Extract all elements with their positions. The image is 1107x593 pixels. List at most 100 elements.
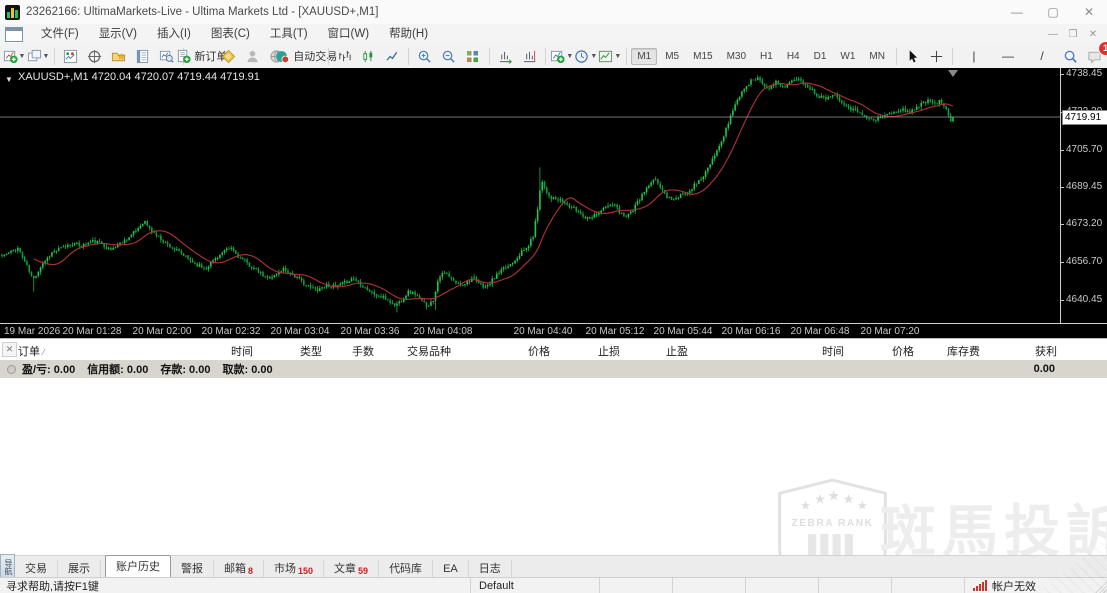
price-axis[interactable]: 4738.454722.204705.704689.454673.204656.… [1060,68,1107,323]
one-click-trading-arrow[interactable]: ▼ [5,75,13,84]
indicators-button[interactable]: ▼ [551,46,573,66]
timeframe-h1-button[interactable]: H1 [754,48,779,65]
strategy-tester-button[interactable] [156,46,178,66]
crosshair-button[interactable] [925,46,947,66]
column-header[interactable]: 价格 [528,343,550,359]
chart-legend: ▼ XAUUSD+,M1 4720.04 4720.07 4719.44 471… [5,71,260,84]
new-chart-button[interactable]: ▼ [3,46,25,66]
column-header[interactable]: 交易品种 [407,343,451,359]
account-summary-row: 盈/亏: 0.00 信用额: 0.00 存款: 0.00 取款: 0.00 0.00 [0,360,1107,378]
menu-item[interactable]: 图表(C) [201,28,260,40]
menu-item[interactable]: 显示(V) [89,28,147,40]
zoom-out-button[interactable] [438,46,460,66]
chart-restore-icon[interactable]: ❐ [1063,26,1083,42]
cursor-button[interactable] [901,46,923,66]
time-axis-label: 20 Mar 06:16 [721,326,781,337]
summary-item: 存款: 0.00 [160,364,211,376]
periods-icon [574,49,589,64]
timeframe-mn-button[interactable]: MN [863,48,891,65]
market-watch-button[interactable] [60,46,82,66]
time-axis-label: 20 Mar 04:40 [513,326,573,337]
price-chart[interactable] [0,68,1060,323]
status-profile-cell[interactable]: Default [470,578,599,593]
connection-status-cell[interactable]: 帐户无效 [964,578,1091,593]
search-button[interactable] [1060,46,1082,66]
column-header[interactable]: 时间 [231,343,253,359]
menu-item[interactable]: 帮助(H) [379,28,438,40]
new-order-button[interactable]: 新订单 [178,46,227,66]
templates-button[interactable]: ▼ [599,46,621,66]
chart-minimize-icon[interactable]: — [1043,26,1063,42]
maximize-icon[interactable]: ▢ [1035,0,1071,24]
menu-item[interactable]: 窗口(W) [318,28,380,40]
notification-badge: 1 [1098,42,1107,55]
column-header[interactable]: 获利 [1035,343,1057,359]
resize-grip[interactable] [1091,578,1107,593]
menu-item[interactable]: 插入(I) [147,28,201,40]
notifications-button[interactable]: 1 [1084,42,1107,66]
request-quotes-button[interactable] [242,46,264,66]
trendline-button[interactable]: / [1026,46,1058,66]
close-icon[interactable]: ✕ [1071,0,1107,24]
chart-shift-button[interactable] [518,46,540,66]
chart-profiles-button[interactable]: ▼ [27,46,49,66]
line-chart-button[interactable] [381,46,403,66]
status-empty-cell [599,578,672,593]
column-header[interactable]: 订单 ∕ [18,343,45,359]
navigator-button[interactable] [108,46,130,66]
app-icon [5,4,20,20]
timeframe-h4-button[interactable]: H4 [781,48,806,65]
chart-close-icon[interactable]: ✕ [1083,26,1103,42]
column-header[interactable]: 类型 [300,343,322,359]
vertical-line-button[interactable]: | [958,46,990,66]
timeframe-m15-button[interactable]: M15 [687,48,718,65]
chevron-down-icon: ▼ [614,52,622,60]
timeframe-m1-button[interactable]: M1 [631,47,658,65]
tile-windows-icon [465,49,480,64]
menu-item[interactable]: 文件(F) [31,28,89,40]
horizontal-line-button[interactable]: — [992,46,1024,66]
timeframe-w1-button[interactable]: W1 [834,48,861,65]
candles-chart-icon [361,49,376,64]
chart-profiles-icon [27,49,42,64]
auto-scroll-button[interactable] [494,46,516,66]
column-header[interactable]: 时间 [822,343,844,359]
toolbar-separator [895,47,897,65]
horizontal-line-icon: — [1001,49,1014,63]
column-header[interactable]: 止盈 [666,343,688,359]
terminal-button[interactable] [132,46,154,66]
chart-area[interactable]: ▼ XAUUSD+,M1 4720.04 4720.07 4719.44 471… [0,68,1107,339]
time-axis-label: 20 Mar 02:00 [132,326,192,337]
price-axis-label: 4738.45 [1060,68,1103,80]
minimize-icon[interactable]: — [999,0,1035,24]
timeframe-d1-button[interactable]: D1 [808,48,833,65]
timeframe-m30-button[interactable]: M30 [721,48,752,65]
column-header[interactable]: 价格 [892,343,914,359]
periods-button[interactable]: ▼ [575,46,597,66]
time-axis-label: 19 Mar 2026 [4,326,61,337]
data-window-button[interactable] [84,46,106,66]
toolbar-separator [488,47,490,65]
candles-chart-button[interactable] [357,46,379,66]
column-header[interactable]: 手数 [352,343,374,359]
tab-label: 账户历史 [116,560,160,573]
column-header[interactable]: 止损 [598,343,620,359]
bars-chart-button[interactable] [333,46,355,66]
status-bar: 寻求帮助,请按F1键 Default 帐户无效 [0,577,1107,593]
zoom-in-button[interactable] [414,46,436,66]
timeframe-m5-button[interactable]: M5 [659,48,685,65]
market-watch-icon [63,49,78,64]
watermark-brand: ZEBRA RANK [791,518,873,529]
menu-item[interactable]: 工具(T) [260,28,318,40]
zoom-out-icon [441,49,456,64]
toolbar-separator [327,47,329,65]
tile-windows-button[interactable] [462,46,484,66]
chevron-down-icon: ▼ [42,52,50,60]
autotrading-button[interactable]: 自动交易 [276,46,337,66]
docked-panel-tab[interactable]: 导航 [0,554,15,579]
chevron-down-icon: ▼ [18,52,26,60]
column-header[interactable]: 库存费 [947,343,980,359]
tab-账户历史[interactable]: 账户历史 [105,555,171,579]
time-axis[interactable]: 19 Mar 2026 20 Mar 01:28 20 Mar 02:00 20 Ma… [0,323,1107,339]
metaeditor-button[interactable] [218,46,240,66]
